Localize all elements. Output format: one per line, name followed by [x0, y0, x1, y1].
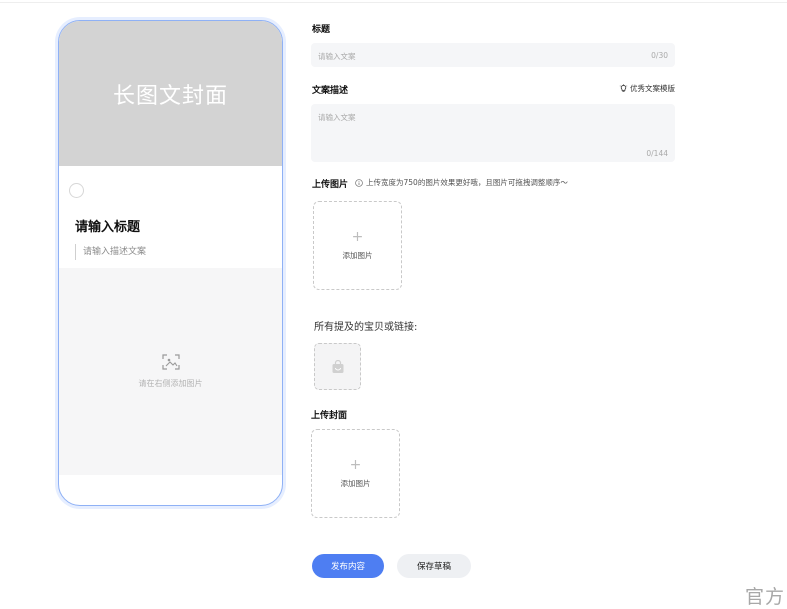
info-icon [355, 178, 366, 187]
save-draft-button[interactable]: 保存草稿 [397, 554, 471, 578]
image-scan-icon [161, 354, 180, 370]
description-char-counter: 0/144 [646, 149, 668, 158]
preview-title: 请输入标题 [75, 220, 141, 235]
upload-images-label: 上传图片 [312, 180, 349, 190]
top-divider [0, 0, 787, 3]
preview-avatar [69, 183, 84, 198]
goods-label: 所有提及的宝贝或链接: [314, 322, 418, 333]
upload-cover-label: 上传封面 [311, 411, 348, 421]
add-cover-button[interactable]: + 添加图片 [311, 429, 400, 518]
plus-icon: + [351, 229, 364, 245]
upload-images-hint: 上传宽度为750的图片效果更好哦，且图片可拖拽调整顺序～ [355, 177, 568, 188]
description-placeholder: 请输入文案 [318, 113, 356, 122]
preview-description: 请输入描述文案 [75, 244, 146, 260]
preview-image-hint: 请在右侧添加图片 [138, 379, 203, 388]
preview-image-area: 请在右侧添加图片 [59, 268, 282, 475]
description-textarea[interactable]: 请输入文案 0/144 [311, 104, 675, 162]
preview-cover-label: 长图文封面 [112, 83, 228, 109]
publish-button[interactable]: 发布内容 [312, 554, 384, 578]
title-label: 标题 [312, 25, 331, 35]
plus-icon: + [349, 457, 362, 473]
add-image-button[interactable]: + 添加图片 [313, 201, 402, 290]
title-input-placeholder: 请输入文案 [318, 52, 356, 61]
add-cover-label: 添加图片 [340, 479, 371, 488]
phone-preview: 长图文封面 请输入标题 请输入描述文案 请在右侧添加图片 [58, 20, 283, 506]
template-link-label: 优秀文案模版 [630, 84, 675, 93]
upload-images-hint-text: 上传宽度为750的图片效果更好哦，且图片可拖拽调整顺序～ [366, 178, 568, 187]
template-link[interactable]: 优秀文案模版 [619, 83, 675, 94]
preview-cover: 长图文封面 [59, 21, 282, 166]
title-char-counter: 0/30 [651, 51, 668, 60]
title-input[interactable]: 请输入文案 0/30 [311, 43, 675, 67]
add-goods-button[interactable] [314, 343, 361, 390]
add-image-label: 添加图片 [342, 251, 373, 260]
description-label: 文案描述 [312, 86, 349, 96]
shopping-bag-icon [331, 359, 345, 374]
lightbulb-icon [619, 84, 630, 93]
watermark-text: 官方 [744, 586, 785, 608]
